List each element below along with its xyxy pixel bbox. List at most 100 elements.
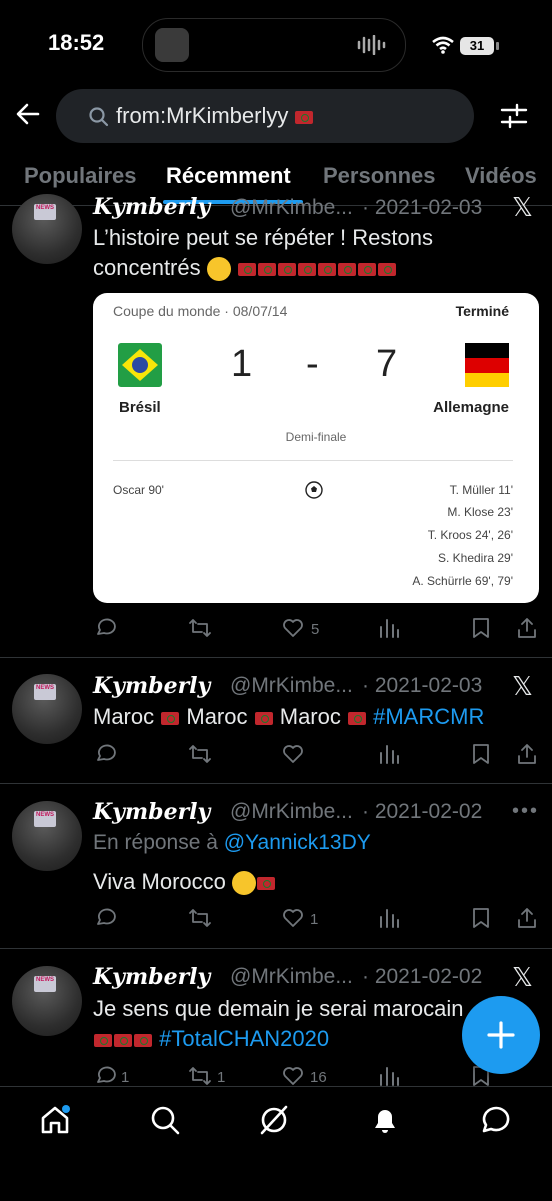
post-date: · 2021-02-02: [362, 965, 483, 988]
germany-flag-icon: [465, 343, 509, 387]
filter-icon[interactable]: [500, 102, 528, 130]
search-icon: [89, 107, 109, 127]
reply-count: 1: [121, 1069, 130, 1086]
reply-handle-link[interactable]: @Yannick13DY: [224, 831, 371, 854]
post-author-name[interactable]: 𝑲𝒚𝒎𝒃𝒆𝒓𝒍𝒚: [93, 964, 210, 990]
dynamic-island[interactable]: [142, 18, 406, 72]
like-count: 16: [310, 1069, 327, 1086]
views-icon[interactable]: [378, 743, 400, 765]
reply-context: En réponse à @Yannick13DY: [93, 831, 371, 855]
share-icon[interactable]: [516, 743, 538, 765]
like-icon[interactable]: [282, 907, 304, 929]
tab-videos[interactable]: Vidéos: [465, 163, 537, 189]
post-handle[interactable]: @MrKimbe...: [230, 674, 353, 698]
share-icon[interactable]: [516, 907, 538, 929]
post-word: Maroc: [93, 704, 155, 729]
post-date: · 2021-02-03: [362, 674, 483, 697]
post-text-body: Viva Morocco: [93, 869, 226, 894]
views-icon[interactable]: [378, 907, 400, 929]
bookmark-icon[interactable]: [471, 617, 491, 639]
reply-icon[interactable]: [94, 743, 116, 765]
more-options-icon[interactable]: •••: [512, 800, 539, 823]
avatar[interactable]: NEWS: [12, 801, 82, 871]
post-text: Je sens que demain je serai marocain #To…: [93, 994, 464, 1054]
match-round: Demi-finale: [285, 430, 347, 444]
search-query: from:MrKimberlyy: [116, 103, 289, 128]
hashtag-link[interactable]: #TotalCHAN2020: [159, 1026, 329, 1051]
morocco-flag-icon: [348, 711, 366, 725]
post-author-name[interactable]: 𝑲𝒚𝒎𝒃𝒆𝒓𝒍𝒚: [93, 799, 210, 825]
views-icon[interactable]: [378, 1065, 400, 1087]
news-badge-icon: NEWS: [34, 684, 56, 700]
brazil-flag-icon: [118, 343, 162, 387]
reply-prefix: En réponse à: [93, 831, 218, 854]
x-logo-icon: 𝕏: [512, 192, 533, 222]
hashtag-link[interactable]: #MARCMR: [373, 704, 484, 729]
post-text-line-2: #TotalCHAN2020: [93, 1024, 464, 1054]
news-badge-icon: NEWS: [34, 976, 56, 992]
compose-post-button[interactable]: [462, 996, 540, 1074]
post-text-line-2: concentrés: [93, 253, 433, 283]
status-time: 18:52: [48, 30, 105, 55]
search-input[interactable]: from:MrKimberlyy: [116, 103, 314, 129]
post-word: Maroc: [186, 704, 248, 729]
post-divider: [0, 657, 552, 658]
post-handle[interactable]: @MrKimbe...: [230, 965, 353, 989]
like-icon[interactable]: [282, 1065, 304, 1087]
tab-personnes[interactable]: Personnes: [323, 163, 436, 189]
post-text-line-1: Je sens que demain je serai marocain: [93, 996, 464, 1021]
retweet-icon[interactable]: [188, 743, 212, 765]
away-score: 7: [376, 343, 398, 385]
media-thumbnail: [155, 28, 189, 62]
wifi-icon: [432, 36, 454, 54]
post-text-word: concentrés: [93, 255, 201, 280]
retweet-icon[interactable]: [188, 617, 212, 639]
home-team: Brésil: [119, 399, 161, 416]
post-text: Maroc Maroc Maroc #MARCMR: [93, 702, 484, 732]
reply-icon[interactable]: [94, 1065, 116, 1087]
retweet-icon[interactable]: [188, 1065, 212, 1087]
share-icon[interactable]: [516, 617, 538, 639]
reply-icon[interactable]: [94, 907, 116, 929]
match-score-card[interactable]: Coupe du monde · 08/07/14 Terminé 1 - 7 …: [93, 293, 539, 603]
post-word: Maroc: [279, 704, 341, 729]
away-team: Allemagne: [433, 399, 509, 416]
reply-icon[interactable]: [94, 617, 116, 639]
home-scorer: Oscar 90': [113, 483, 164, 497]
post-handle[interactable]: @MrKimbe...: [230, 800, 353, 824]
views-icon[interactable]: [378, 617, 400, 639]
notifications-icon[interactable]: [369, 1104, 401, 1136]
post-text-line-1: L’histoire peut se répéter ! Restons: [93, 225, 433, 250]
post-author-name[interactable]: 𝑲𝒚𝒎𝒃𝒆𝒓𝒍𝒚: [93, 673, 210, 699]
news-badge-icon: NEWS: [34, 204, 56, 220]
post-handle[interactable]: @MrKimbe...: [230, 196, 353, 220]
back-arrow-icon[interactable]: [14, 100, 42, 128]
bookmark-icon[interactable]: [471, 743, 491, 765]
avatar[interactable]: NEWS: [12, 194, 82, 264]
score-separator: -: [306, 343, 319, 385]
away-scorer: M. Klose 23': [447, 505, 513, 519]
like-icon[interactable]: [282, 743, 304, 765]
grok-icon[interactable]: [258, 1104, 290, 1136]
away-scorer: A. Schürrle 69', 79': [412, 574, 513, 588]
post-text: L’histoire peut se répéter ! Restons con…: [93, 223, 433, 283]
post-author-name[interactable]: 𝑲𝒚𝒎𝒃𝒆𝒓𝒍𝒚: [93, 194, 210, 220]
messages-icon[interactable]: [479, 1104, 511, 1136]
tab-populaires[interactable]: Populaires: [24, 163, 136, 189]
like-icon[interactable]: [282, 617, 304, 639]
bookmark-icon[interactable]: [471, 907, 491, 929]
tab-recemment[interactable]: Récemment: [166, 163, 291, 189]
battery-indicator: 31: [460, 37, 494, 55]
home-icon[interactable]: [39, 1104, 71, 1136]
retweet-icon[interactable]: [188, 907, 212, 929]
bottom-navigation: [0, 1086, 552, 1201]
post-date: · 2021-02-03: [362, 196, 483, 219]
laughing-emoji-icon: [232, 871, 256, 896]
post-divider: [0, 948, 552, 949]
avatar[interactable]: NEWS: [12, 966, 82, 1036]
laughing-emoji-icon: [206, 257, 231, 282]
avatar[interactable]: NEWS: [12, 674, 82, 744]
search-icon[interactable]: [149, 1104, 181, 1136]
match-status: Terminé: [455, 303, 509, 319]
audio-wave-icon: [357, 35, 386, 55]
